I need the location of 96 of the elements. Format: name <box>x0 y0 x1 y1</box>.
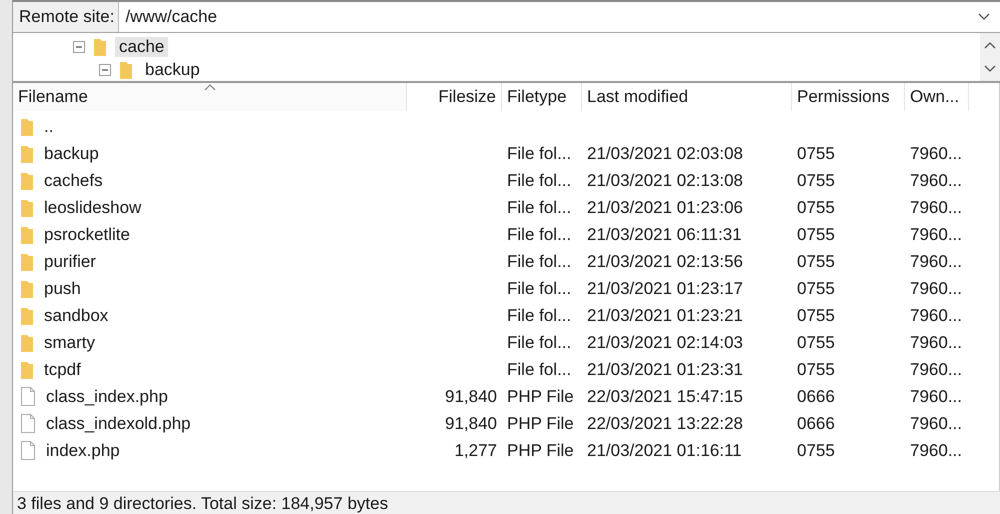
table-cell: 21/03/2021 01:16:11 <box>587 440 742 460</box>
file-name[interactable]: purifier <box>44 252 96 272</box>
table-cell: 21/03/2021 02:13:56 <box>587 252 743 272</box>
folder-icon <box>20 252 34 272</box>
table-cell: File fol... <box>507 360 572 380</box>
table-cell: 21/03/2021 06:11:31 <box>587 224 742 244</box>
table-cell: File fol... <box>507 332 572 352</box>
file-name[interactable]: tcpdf <box>44 360 81 380</box>
table-cell: 0755 <box>797 306 835 326</box>
table-cell: PHP File <box>507 414 574 434</box>
file-name[interactable]: index.php <box>46 440 120 460</box>
table-cell: 7960... <box>910 360 962 380</box>
table-cell: 0755 <box>797 278 835 298</box>
file-name[interactable]: psrocketlite <box>44 224 130 244</box>
remote-path-field[interactable]: /www/cache <box>119 2 1000 32</box>
folder-icon <box>20 332 34 352</box>
table-cell: 0755 <box>797 332 835 352</box>
column-header[interactable]: Filesize <box>407 83 502 111</box>
file-name[interactable]: class_index.php <box>46 386 168 406</box>
table-cell: 21/03/2021 01:23:21 <box>587 306 743 326</box>
folder-icon <box>119 60 133 80</box>
folder-icon <box>20 198 34 218</box>
table-cell: 0755 <box>797 252 835 272</box>
table-cell: 22/03/2021 13:22:28 <box>587 414 743 434</box>
table-cell: 21/03/2021 02:13:08 <box>587 170 743 190</box>
table-cell: 0755 <box>797 144 835 164</box>
table-cell: 21/03/2021 01:23:17 <box>587 278 743 298</box>
table-cell: 91,840 <box>445 414 497 434</box>
table-cell: 0666 <box>797 386 835 406</box>
table-cell: 22/03/2021 15:47:15 <box>587 386 743 406</box>
table-cell: File fol... <box>507 170 572 190</box>
file-name[interactable]: push <box>44 278 81 298</box>
table-cell: 0755 <box>797 360 835 380</box>
column-header[interactable]: Permissions <box>792 83 905 111</box>
table-cell: 0755 <box>797 440 835 460</box>
table-cell: PHP File <box>507 440 574 460</box>
table-cell: 7960... <box>910 306 962 326</box>
table-cell: 21/03/2021 01:23:31 <box>587 360 743 380</box>
table-cell: File fol... <box>507 252 572 272</box>
file-icon <box>20 440 36 461</box>
table-cell: 1,277 <box>454 440 497 460</box>
file-name[interactable]: smarty <box>44 332 95 352</box>
tree-item[interactable]: cache <box>115 36 168 56</box>
file-name[interactable]: .. <box>44 116 54 136</box>
table-cell: PHP File <box>507 386 574 406</box>
table-cell: 7960... <box>910 386 962 406</box>
column-header[interactable]: Last modified <box>582 83 792 111</box>
tree-item[interactable]: backup <box>141 60 204 80</box>
table-cell: 0666 <box>797 414 835 434</box>
table-cell: 7960... <box>910 332 962 352</box>
table-cell: File fol... <box>507 224 572 244</box>
table-cell: 7960... <box>910 252 962 272</box>
table-cell: 7960... <box>910 440 962 460</box>
table-cell: File fol... <box>507 306 572 326</box>
folder-icon <box>20 144 34 164</box>
folder-icon <box>20 224 34 244</box>
column-header[interactable]: Own... <box>905 83 969 111</box>
folder-icon <box>20 278 34 298</box>
scroll-up-icon[interactable] <box>984 41 996 49</box>
folder-icon <box>20 360 34 380</box>
folder-icon <box>20 170 34 190</box>
status-text: 3 files and 9 directories. Total size: 184,957 bytes <box>17 494 388 514</box>
table-cell: 0755 <box>797 224 835 244</box>
file-name[interactable]: class_indexold.php <box>46 414 191 434</box>
file-icon <box>20 413 36 434</box>
table-cell: File fol... <box>507 144 572 164</box>
file-name[interactable]: backup <box>44 144 99 164</box>
file-name[interactable]: leoslideshow <box>44 198 142 218</box>
folder-icon <box>20 116 34 136</box>
table-cell: 7960... <box>910 198 962 218</box>
table-cell: File fol... <box>507 278 572 298</box>
sort-caret-icon <box>204 84 216 91</box>
table-cell: 21/03/2021 02:14:03 <box>587 332 743 352</box>
table-cell: 91,840 <box>445 386 497 406</box>
column-header[interactable]: Filename <box>13 83 407 111</box>
file-name[interactable]: cachefs <box>44 170 103 190</box>
table-cell: File fol... <box>507 198 572 218</box>
file-icon <box>20 386 36 407</box>
scroll-down-icon[interactable] <box>984 65 996 73</box>
table-cell: 21/03/2021 02:03:08 <box>587 144 743 164</box>
table-cell: 21/03/2021 01:23:06 <box>587 198 743 218</box>
table-cell: 7960... <box>910 170 962 190</box>
collapse-icon[interactable] <box>99 64 111 76</box>
table-cell: 0755 <box>797 198 835 218</box>
table-cell: 7960... <box>910 224 962 244</box>
table-cell: 7960... <box>910 414 962 434</box>
dropdown-caret-icon[interactable] <box>978 13 990 21</box>
table-cell: 0755 <box>797 170 835 190</box>
scrollbar[interactable] <box>980 33 1000 81</box>
table-cell: 7960... <box>910 144 962 164</box>
folder-icon <box>93 36 107 56</box>
file-name[interactable]: sandbox <box>44 306 108 326</box>
column-header[interactable]: Filetype <box>502 83 582 111</box>
folder-icon <box>20 306 34 326</box>
table-cell: 7960... <box>910 278 962 298</box>
collapse-icon[interactable] <box>73 40 85 52</box>
